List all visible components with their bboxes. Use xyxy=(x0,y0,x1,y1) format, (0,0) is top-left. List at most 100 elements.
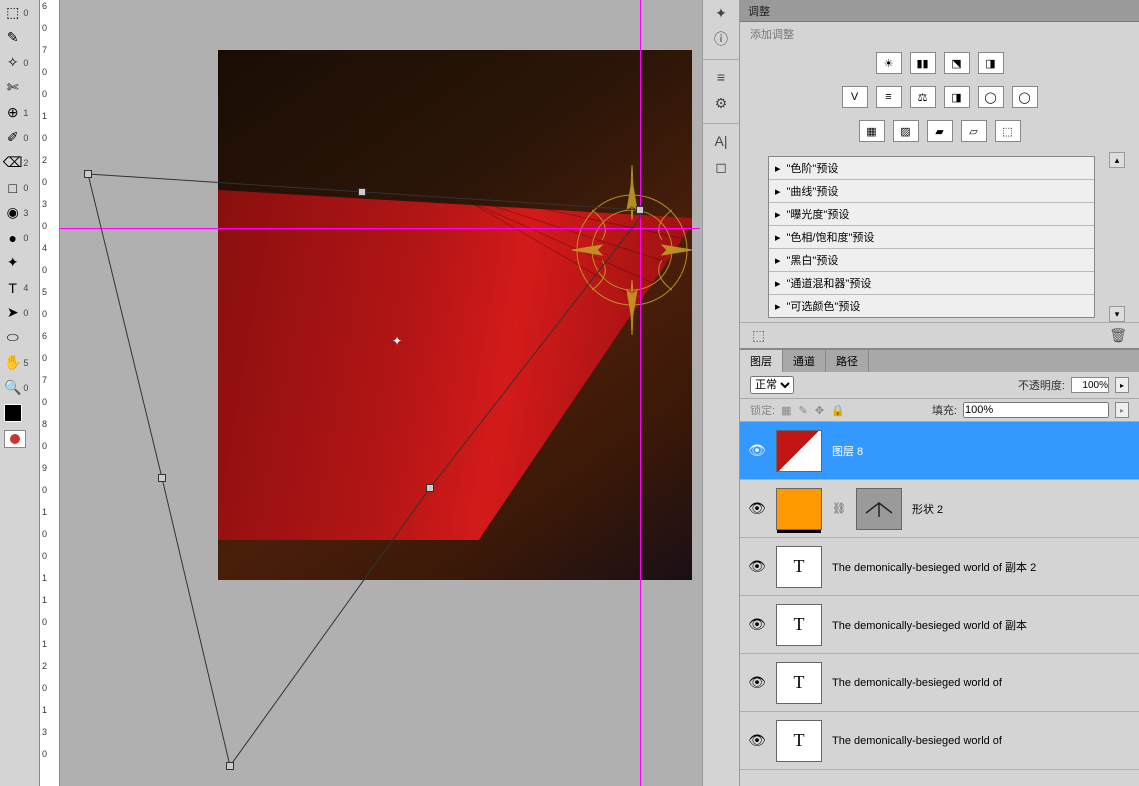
adjustment-icon[interactable]: ◯ xyxy=(978,86,1004,108)
adjustment-icon[interactable]: ◨ xyxy=(978,52,1004,74)
adjustment-icon[interactable]: ▰ xyxy=(927,120,953,142)
preset-item[interactable]: ▸"黑白"预设 xyxy=(769,249,1094,272)
trash-icon[interactable]: 🗑 xyxy=(1109,327,1127,344)
visibility-icon[interactable]: 👁 xyxy=(748,674,766,691)
adjustment-icon[interactable]: ▱ xyxy=(961,120,987,142)
visibility-icon[interactable]: 👁 xyxy=(748,732,766,749)
text-layer-thumbnail[interactable]: T xyxy=(776,604,822,646)
tool-button[interactable]: ⊕ xyxy=(2,102,23,124)
tool-button[interactable]: ◉ xyxy=(2,202,23,224)
document-canvas[interactable] xyxy=(218,50,692,580)
quick-mask-button[interactable] xyxy=(4,430,26,448)
tab-paths[interactable]: 路径 xyxy=(826,350,869,372)
lock-position-icon[interactable]: ✥ xyxy=(815,405,824,417)
layer-item[interactable]: 👁 T The demonically-besieged world of xyxy=(740,712,1139,770)
collapsed-panel-icon[interactable]: ⓘ xyxy=(703,26,739,52)
lock-transparency-icon[interactable]: ▦ xyxy=(781,405,791,417)
lock-all-icon[interactable]: 🔒 xyxy=(831,405,845,417)
transform-handle[interactable] xyxy=(158,474,166,482)
collapsed-panel-icon[interactable]: ◻ xyxy=(703,154,739,180)
adjustment-icon[interactable]: ≡ xyxy=(876,86,902,108)
layer-item[interactable]: 👁 T The demonically-besieged world of 副本 xyxy=(740,596,1139,654)
adjustment-icon[interactable]: ◯ xyxy=(1012,86,1038,108)
layer-name[interactable]: 形状 2 xyxy=(912,501,943,517)
canvas-area[interactable]: ✦ xyxy=(60,0,700,786)
layer-name[interactable]: The demonically-besieged world of xyxy=(832,677,1002,689)
foreground-swatch[interactable] xyxy=(4,404,22,422)
transform-handle[interactable] xyxy=(84,170,92,178)
opacity-input[interactable] xyxy=(1071,377,1109,393)
layer-name[interactable]: 图层 8 xyxy=(832,443,863,459)
preset-item[interactable]: ▸"色相/饱和度"预设 xyxy=(769,226,1094,249)
opacity-flyout[interactable]: ▸ xyxy=(1115,377,1129,393)
preset-item[interactable]: ▸"色阶"预设 xyxy=(769,157,1094,180)
tool-button[interactable]: T xyxy=(2,277,23,299)
tab-channels[interactable]: 通道 xyxy=(783,350,826,372)
tool-button[interactable]: ● xyxy=(2,227,23,249)
adjustment-icon[interactable]: ☀ xyxy=(876,52,902,74)
visibility-icon[interactable]: 👁 xyxy=(748,500,766,517)
text-layer-thumbnail[interactable]: T xyxy=(776,546,822,588)
tool-button[interactable]: ➤ xyxy=(2,302,23,324)
tool-button[interactable]: 🔍 xyxy=(2,377,23,399)
transform-handle[interactable] xyxy=(426,484,434,492)
layer-name[interactable]: The demonically-besieged world of 副本 xyxy=(832,617,1027,633)
layer-item[interactable]: 👁 T The demonically-besieged world of xyxy=(740,654,1139,712)
adjustment-icon[interactable]: ⚖ xyxy=(910,86,936,108)
tool-button[interactable]: ✦ xyxy=(2,252,23,274)
adjustment-icon[interactable]: V xyxy=(842,86,868,108)
collapsed-panel-icon[interactable]: A| xyxy=(703,128,739,154)
adjustment-icon[interactable]: ⬚ xyxy=(995,120,1021,142)
transform-handle[interactable] xyxy=(226,762,234,770)
collapsed-panel-icon[interactable]: ≡ xyxy=(703,64,739,90)
tool-button[interactable]: ⬭ xyxy=(2,327,23,349)
preset-item[interactable]: ▸"通道混和器"预设 xyxy=(769,272,1094,295)
clip-icon[interactable]: ⬚ xyxy=(752,327,765,344)
lock-pixels-icon[interactable]: ✎ xyxy=(799,405,808,417)
blend-mode-select[interactable]: 正常 xyxy=(750,376,794,394)
visibility-icon[interactable]: 👁 xyxy=(748,558,766,575)
text-layer-thumbnail[interactable]: T xyxy=(776,662,822,704)
layer-item[interactable]: 👁 T The demonically-besieged world of 副本… xyxy=(740,538,1139,596)
adjustment-icon[interactable]: ▦ xyxy=(859,120,885,142)
adjustment-icon[interactable]: ▨ xyxy=(893,120,919,142)
layer-item[interactable]: 👁 ⛓ 形状 2 xyxy=(740,480,1139,538)
color-swatches[interactable] xyxy=(0,400,39,426)
tool-button[interactable]: ✎ xyxy=(2,27,23,49)
tool-button[interactable]: ⬚ xyxy=(2,2,23,24)
mask-thumbnail[interactable] xyxy=(856,488,902,530)
adjustment-icon[interactable]: ⬔ xyxy=(944,52,970,74)
collapsed-panel-icon[interactable]: ⚙ xyxy=(703,90,739,116)
horizontal-guide[interactable] xyxy=(60,228,700,229)
layer-item[interactable]: 👁 图层 8 xyxy=(740,422,1139,480)
fill-input[interactable] xyxy=(963,402,1109,418)
preset-item[interactable]: ▸"曝光度"预设 xyxy=(769,203,1094,226)
visibility-icon[interactable]: 👁 xyxy=(748,442,766,459)
tool-button[interactable]: ✐ xyxy=(2,127,23,149)
transform-handle[interactable] xyxy=(358,188,366,196)
preset-item[interactable]: ▸"曲线"预设 xyxy=(769,180,1094,203)
text-layer-thumbnail[interactable]: T xyxy=(776,720,822,762)
visibility-icon[interactable]: 👁 xyxy=(748,616,766,633)
tool-button[interactable]: ✧ xyxy=(2,52,23,74)
tool-button[interactable]: ⌫ xyxy=(2,152,23,174)
collapsed-panel-icon[interactable]: ✦ xyxy=(703,0,739,26)
adjustment-icon[interactable]: ◨ xyxy=(944,86,970,108)
transform-handle[interactable] xyxy=(636,206,644,214)
adjustments-tab[interactable]: 调整 xyxy=(740,0,1139,22)
adjustment-icon[interactable]: ▮▮ xyxy=(910,52,936,74)
transform-center-icon[interactable]: ✦ xyxy=(390,334,404,348)
layer-name[interactable]: The demonically-besieged world of xyxy=(832,735,1002,747)
tool-button[interactable]: ✋ xyxy=(2,352,23,374)
tool-button[interactable]: ✄ xyxy=(2,77,23,99)
vertical-guide[interactable] xyxy=(640,0,641,786)
preset-scroll-up[interactable]: ▴ xyxy=(1109,152,1125,168)
tool-button[interactable]: □ xyxy=(2,177,23,199)
layer-thumbnail[interactable] xyxy=(776,430,822,472)
preset-scroll-down[interactable]: ▾ xyxy=(1109,306,1125,322)
layer-name[interactable]: The demonically-besieged world of 副本 2 xyxy=(832,559,1036,575)
fill-thumbnail[interactable] xyxy=(776,488,822,530)
fill-flyout[interactable]: ▸ xyxy=(1115,402,1129,418)
tab-layers[interactable]: 图层 xyxy=(740,350,783,372)
preset-item[interactable]: ▸"可选颜色"预设 xyxy=(769,295,1094,317)
